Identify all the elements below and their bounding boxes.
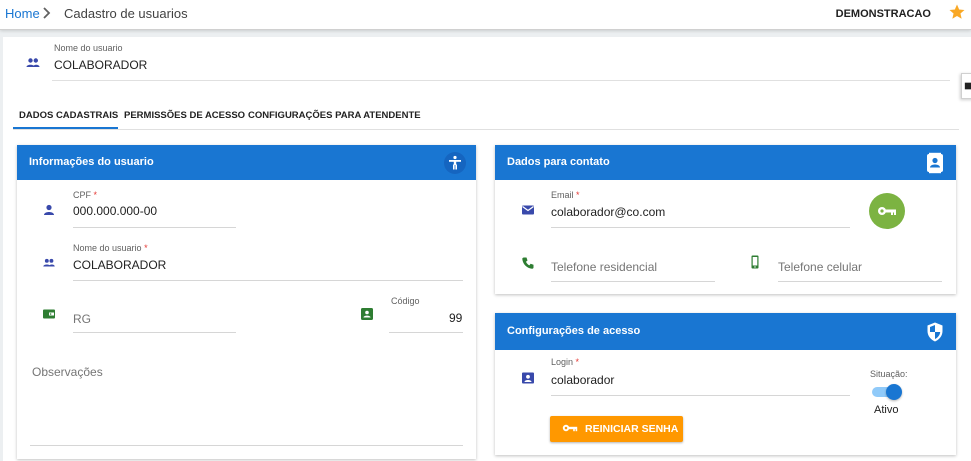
field-underline [73, 227, 236, 228]
nome-label: Nome do usuario * [73, 243, 148, 253]
observacoes-textarea[interactable]: Observações [32, 365, 103, 379]
people-icon [43, 258, 55, 267]
field-underline [30, 445, 463, 446]
tabs-divider [13, 129, 959, 130]
star-icon[interactable] [948, 3, 966, 21]
person-icon [44, 204, 54, 215]
tab-configuracoes-atendente[interactable]: CONFIGURAÇÕES PARA ATENDENTE [248, 110, 421, 121]
key-icon [562, 424, 578, 432]
panel-title: Configurações de acesso [507, 325, 641, 337]
tab-dados-cadastrais[interactable]: DADOS CADASTRAIS [19, 110, 118, 121]
contact-panel-header: Dados para contato [495, 145, 956, 180]
field-underline [389, 332, 463, 333]
situacao-toggle[interactable] [872, 383, 904, 401]
chevron-right-icon [43, 7, 51, 19]
top-bar: Home Cadastro de usuarios DEMONSTRACAO [0, 0, 971, 30]
situacao-label: Situação: [870, 369, 908, 379]
phone-icon [522, 257, 534, 269]
breadcrumb-home-link[interactable]: Home [5, 6, 40, 21]
codigo-label: Código [391, 296, 420, 306]
access-panel-header: Configurações de acesso [495, 313, 956, 350]
company-name: DEMONSTRACAO [835, 8, 931, 20]
login-label: Login * [551, 357, 580, 367]
user-info-panel: Informações do usuario CPF * 000.000.000… [17, 145, 476, 459]
puzzle-icon [964, 82, 971, 90]
rg-input[interactable]: RG [73, 312, 91, 326]
user-name-value: COLABORADOR [54, 58, 148, 72]
tab-permissoes-acesso[interactable]: PERMISSÕES DE ACESSO [124, 110, 245, 121]
people-icon [26, 58, 40, 67]
badge-icon [522, 372, 534, 384]
breadcrumb-current: Cadastro de usuarios [64, 6, 188, 21]
cpf-label: CPF * [73, 190, 98, 200]
cpf-input[interactable]: 000.000.000-00 [73, 204, 157, 218]
access-panel: Configurações de acesso Login * colabora… [495, 313, 956, 455]
email-input[interactable]: colaborador@co.com [551, 205, 665, 219]
field-underline [551, 395, 850, 396]
email-icon [522, 205, 534, 215]
field-underline [551, 281, 715, 282]
accessibility-icon [444, 152, 466, 174]
contact-panel: Dados para contato Email * colaborador@c… [495, 145, 956, 294]
user-name-label: Nome do usuario [54, 43, 123, 53]
field-underline [778, 281, 942, 282]
contact-book-icon [927, 152, 943, 174]
wallet-icon [43, 309, 55, 319]
reset-password-button[interactable]: REINICIAR SENHA [550, 416, 683, 442]
side-panel-toggle[interactable] [961, 73, 971, 99]
telefone-celular-input[interactable]: Telefone celular [778, 260, 862, 274]
toggle-knob [886, 384, 902, 400]
situacao-state: Ativo [874, 404, 899, 416]
panel-title: Dados para contato [507, 156, 610, 168]
field-underline [551, 227, 850, 228]
field-underline [73, 332, 236, 333]
smartphone-icon [751, 255, 759, 269]
send-password-button[interactable] [869, 193, 905, 229]
contact-card-icon [361, 308, 373, 320]
telefone-residencial-input[interactable]: Telefone residencial [551, 260, 657, 274]
codigo-input[interactable]: 99 [449, 311, 462, 325]
reset-password-label: REINICIAR SENHA [585, 423, 679, 435]
field-underline [73, 280, 463, 281]
key-icon [878, 207, 896, 215]
security-shield-icon [927, 322, 943, 342]
field-underline [52, 80, 950, 81]
panel-title: Informações do usuario [29, 156, 154, 168]
email-label: Email * [551, 190, 580, 200]
login-input[interactable]: colaborador [551, 373, 614, 387]
nome-input[interactable]: COLABORADOR [73, 258, 166, 272]
user-info-panel-header: Informações do usuario [17, 145, 476, 180]
